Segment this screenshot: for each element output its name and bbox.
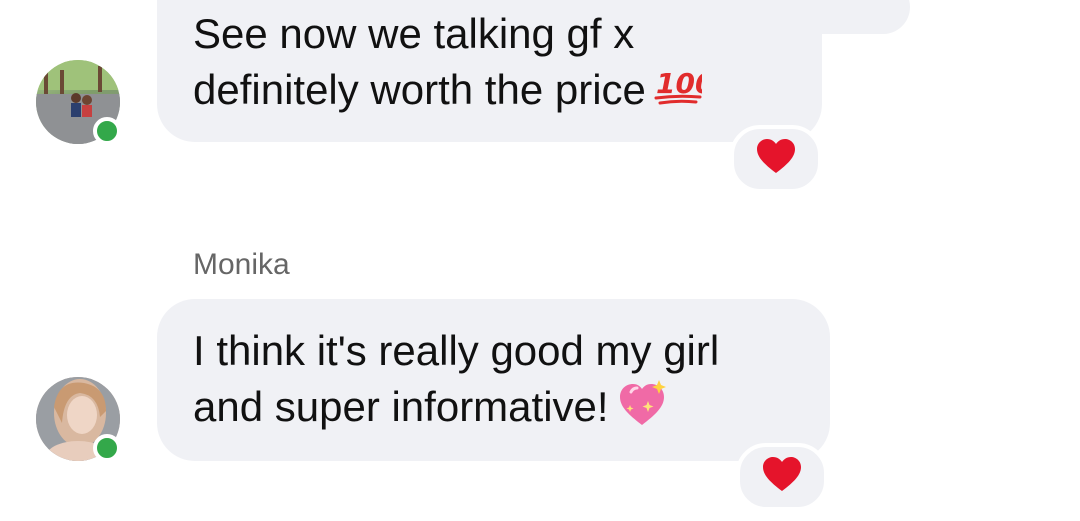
message-text-line: and super informative! (193, 379, 798, 441)
reaction-badge[interactable] (736, 443, 828, 511)
sender-name: Monika (193, 248, 290, 281)
reaction-badge[interactable] (730, 125, 822, 193)
message-bubble[interactable]: I think it's really good my girl and sup… (157, 299, 830, 461)
message-text-line: See now we talking gf x (193, 10, 635, 57)
red-heart-icon (756, 138, 796, 180)
message-text-line: definitely worth the price100 (193, 62, 790, 121)
online-status-indicator (93, 434, 121, 462)
message-text-line: I think it's really good my girl (193, 327, 720, 374)
hundred-points-icon: 100 (654, 65, 714, 121)
red-heart-icon (762, 456, 802, 498)
sparkling-heart-icon (617, 379, 671, 441)
message-bubble[interactable]: See now we talking gf x definitely worth… (157, 0, 822, 142)
online-status-indicator (93, 117, 121, 145)
